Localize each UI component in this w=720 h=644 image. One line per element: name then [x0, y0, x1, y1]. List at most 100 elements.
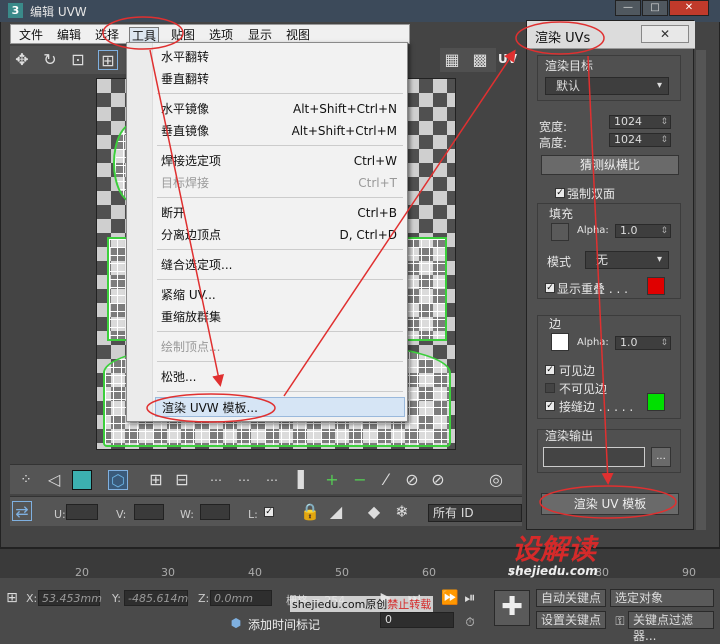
snowflake-icon[interactable]: ❄	[392, 502, 412, 522]
w-field[interactable]	[200, 504, 230, 520]
ring-icon[interactable]: ⋯	[234, 470, 254, 490]
key-tangent-icon[interactable]: ⚿	[610, 611, 630, 631]
bar-icon[interactable]: ▌	[294, 470, 314, 490]
menu-item-weld-selected[interactable]: 焊接选定项 Ctrl+W	[155, 151, 405, 171]
minimize-button[interactable]: —	[615, 0, 641, 16]
move-icon[interactable]: ✥	[12, 50, 32, 70]
minus-icon[interactable]: −	[350, 470, 370, 490]
lock-icon[interactable]: 🔒	[300, 502, 320, 522]
seam-color-swatch[interactable]	[647, 393, 665, 411]
v-field[interactable]	[134, 504, 164, 520]
timeline-tick: 30	[161, 566, 175, 579]
lock-checkbox[interactable]: ✓	[264, 507, 274, 517]
l-label: L:	[248, 508, 258, 521]
logo-url-watermark: shejiedu.com	[508, 564, 598, 578]
render-target-dropdown[interactable]: 默认	[545, 77, 669, 95]
menu-tools[interactable]: 工具	[129, 27, 160, 43]
edge-mode-icon[interactable]: ◁	[44, 470, 64, 490]
absolute-mode-icon[interactable]: ⇄	[12, 501, 32, 521]
maximize-button[interactable]: □	[642, 0, 668, 16]
z-field[interactable]: 0.0mm	[210, 590, 272, 606]
selected-object-dropdown[interactable]: 选定对象	[610, 589, 714, 607]
mode-dropdown[interactable]: 无	[585, 251, 669, 269]
panel-scrollbar[interactable]	[696, 50, 706, 530]
menu-file[interactable]: 文件	[17, 27, 45, 43]
key-mode-icon[interactable]: ⏯	[460, 588, 480, 608]
menu-select[interactable]: 选择	[93, 27, 121, 43]
rotate-icon[interactable]: ↻	[40, 50, 60, 70]
diamond-icon[interactable]: ◆	[364, 502, 384, 522]
height-spinner[interactable]: 1024	[609, 133, 671, 147]
menu-item-detach-edge-verts[interactable]: 分离边顶点 D, Ctrl+D	[155, 225, 405, 245]
paint-deselect-icon[interactable]: ⊘	[428, 470, 448, 490]
render-output-path[interactable]	[543, 447, 645, 467]
frame-field[interactable]: 0	[380, 612, 454, 628]
loop-icon[interactable]: ⋯	[206, 470, 226, 490]
show-overlap-label: 显示重叠 . . .	[557, 282, 628, 296]
auto-key-button[interactable]: 自动关键点	[536, 589, 606, 607]
scale-icon[interactable]: ⊡	[68, 50, 88, 70]
key-filters-button[interactable]: 关键点过滤器...	[628, 611, 714, 643]
render-uvs-close-button[interactable]: ✕	[641, 25, 689, 43]
u-field[interactable]	[66, 504, 98, 520]
menu-view[interactable]: 视图	[284, 27, 312, 43]
edge-loop-icon[interactable]: ⋯	[262, 470, 282, 490]
overlap-color-swatch[interactable]	[647, 277, 665, 295]
add-time-tag-button[interactable]: 添加时间标记	[248, 616, 320, 633]
grid-icon[interactable]: ▦	[442, 50, 462, 70]
menu-item-rescale-clusters[interactable]: 重缩放群集	[155, 307, 405, 327]
time-tag-icon[interactable]: ⬢	[226, 613, 246, 633]
paint-select-icon[interactable]: ⊘	[402, 470, 422, 490]
y-field[interactable]: -485.614m	[124, 590, 188, 606]
select-shrink-icon[interactable]: ⊟	[172, 470, 192, 490]
menu-item-flip-v[interactable]: 垂直翻转	[155, 69, 405, 89]
menu-item-render-uvw-template[interactable]: 渲染 UVW 模板...	[155, 397, 405, 417]
close-button[interactable]: ✕	[669, 0, 709, 16]
show-overlap-checkbox[interactable]: ✓	[545, 283, 555, 293]
visible-edges-checkbox[interactable]: ✓	[545, 365, 555, 375]
face-mode-icon[interactable]	[72, 470, 92, 490]
menu-edit[interactable]: 编辑	[55, 27, 83, 43]
edge-alpha-spinner[interactable]: 1.0	[615, 336, 671, 350]
soft-select-icon[interactable]: ◎	[486, 470, 506, 490]
fill-alpha-spinner[interactable]: 1.0	[615, 224, 671, 238]
render-uv-template-button[interactable]: 渲染 UV 模板	[541, 493, 679, 515]
guess-aspect-button[interactable]: 猜测纵横比	[541, 155, 679, 175]
edge-color-swatch[interactable]	[551, 333, 569, 351]
force-double-sided-label: 强制双面	[567, 187, 616, 201]
fill-color-swatch[interactable]	[551, 223, 569, 241]
width-spinner[interactable]: 1024	[609, 115, 671, 129]
menu-item-mirror-h[interactable]: 水平镜像 Alt+Shift+Ctrl+N	[155, 99, 405, 119]
menu-item-mirror-v[interactable]: 垂直镜像 Alt+Shift+Ctrl+M	[155, 121, 405, 141]
checker-icon[interactable]: ▩	[470, 50, 490, 70]
element-mode-icon[interactable]: ⬡	[108, 470, 128, 490]
coord-mode-icon[interactable]: ⊞	[2, 588, 22, 608]
freeform-icon[interactable]: ⊞	[98, 50, 118, 70]
id-filter-dropdown[interactable]: 所有 ID	[428, 504, 522, 522]
render-uvs-title: 渲染 UVs	[535, 31, 591, 46]
menu-item-stitch-selected[interactable]: 缝合选定项...	[155, 255, 405, 275]
brush-icon[interactable]: ⁄	[376, 470, 396, 490]
vertex-mode-icon[interactable]: ⁘	[16, 470, 36, 490]
set-key-big-button[interactable]: ✚	[494, 590, 530, 626]
menu-item-pack-uvs[interactable]: 紧缩 UV...	[155, 285, 405, 305]
last-frame-icon[interactable]: ⏩	[440, 588, 460, 608]
height-label: 高度:	[539, 136, 568, 150]
select-grow-icon[interactable]: ⊞	[146, 470, 166, 490]
plus-icon[interactable]: +	[322, 470, 342, 490]
seam-edges-checkbox[interactable]: ✓	[545, 401, 555, 411]
timeline[interactable]	[0, 548, 720, 578]
menu-options[interactable]: 选项	[207, 27, 235, 43]
time-config-icon[interactable]: ⏱	[460, 612, 480, 632]
x-field[interactable]: 53.453mm	[38, 590, 102, 606]
visibility-icon[interactable]: ◢	[326, 502, 346, 522]
render-output-browse-button[interactable]: ...	[651, 447, 671, 467]
force-double-sided-checkbox[interactable]: ✓	[555, 188, 565, 198]
set-key-button[interactable]: 设置关键点	[536, 611, 606, 629]
menu-item-flip-h[interactable]: 水平翻转	[155, 47, 405, 67]
menu-item-relax[interactable]: 松弛...	[155, 367, 405, 387]
menu-map[interactable]: 贴图	[169, 27, 197, 43]
invisible-edges-checkbox[interactable]	[545, 383, 555, 393]
menu-item-break[interactable]: 断开 Ctrl+B	[155, 203, 405, 223]
menu-display[interactable]: 显示	[246, 27, 274, 43]
